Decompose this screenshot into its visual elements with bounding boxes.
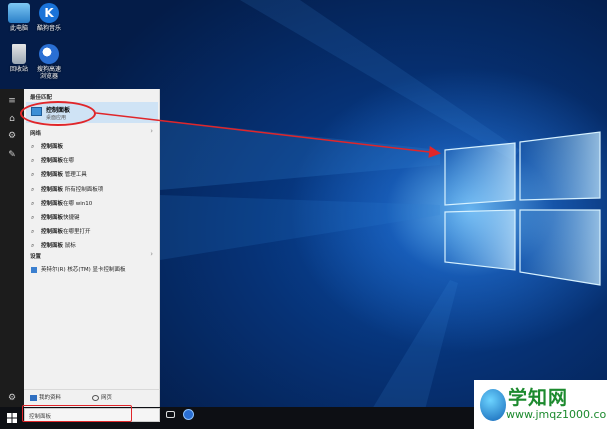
recycle-bin-icon (12, 44, 26, 64)
web-result-item[interactable]: ⌕ 控制面板 所有控制面板项 (26, 185, 158, 195)
search-scope-tabs: 我的资料 网页 (24, 389, 160, 403)
gear-icon[interactable]: ⚙ (6, 131, 18, 141)
best-match-highlight-ellipse (20, 101, 96, 126)
desktop-icon-this-pc[interactable]: 此电脑 (2, 3, 36, 32)
settings-header: 设置 (30, 254, 42, 260)
search-icon: ⌕ (31, 199, 35, 207)
search-icon: ⌕ (31, 214, 35, 221)
search-results-panel: 最佳匹配 控制面板 桌面应用 网络 › ⌕ 控制面板 ⌕ 控制面板在哪 ⌕ 控制面板 管理… (24, 89, 160, 407)
web-result-item[interactable]: ⌕ 控制面板在哪 win10 (26, 199, 158, 209)
hamburger-menu-icon[interactable]: ≡ (6, 96, 18, 106)
desktop-icon-recycle-bin[interactable]: 回收站 (2, 44, 36, 73)
web-result-item[interactable]: ⌕ 控制面板 (26, 142, 158, 152)
chevron-right-icon[interactable]: › (150, 250, 153, 258)
search-icon: ⌕ (31, 185, 35, 193)
watermark-logo-icon (480, 389, 506, 421)
web-result-item[interactable]: ⌕ 控制面板在哪里打开 (26, 227, 158, 237)
my-stuff-tab[interactable]: 我的资料 (30, 393, 61, 401)
watermark: 学知网 www.jmqz1000.com (474, 380, 607, 429)
web-result-item[interactable]: ⌕ 控制面板快捷键 (26, 213, 158, 223)
windows-start-icon[interactable] (7, 413, 17, 423)
home-icon[interactable]: ⌂ (6, 114, 18, 124)
sogou-taskbar-icon[interactable] (183, 409, 194, 420)
search-icon: ⌕ (31, 143, 35, 150)
desktop-icon-kugou[interactable]: K 酷狗音乐 (32, 3, 66, 32)
start-menu-rail: ≡ ⌂ ⚙ ✎ ⚙ (0, 89, 24, 407)
search-icon: ⌕ (31, 157, 35, 165)
kugou-music-icon: K (39, 3, 59, 23)
computer-icon (8, 3, 30, 23)
web-header: 网络 (30, 131, 42, 137)
desktop-icon-sogou[interactable]: 搜狗高速 浏览器 (32, 44, 66, 80)
sogou-browser-icon (39, 44, 59, 64)
task-view-icon[interactable] (166, 411, 175, 418)
best-match-header: 最佳匹配 (30, 95, 53, 101)
settings-gear-icon[interactable]: ⚙ (6, 393, 18, 403)
search-icon: ⌕ (31, 242, 35, 250)
settings-result-item[interactable]: 英特尔(R) 核芯(TM) 显卡控制面板 (26, 265, 158, 275)
web-result-item[interactable]: ⌕ 控制面板在哪 (26, 156, 158, 166)
display-settings-icon (31, 267, 37, 273)
search-icon: ⌕ (31, 171, 35, 179)
chevron-right-icon[interactable]: › (150, 127, 153, 135)
search-icon (92, 394, 99, 401)
windows-icon (30, 394, 37, 401)
web-result-item[interactable]: ⌕ 控制面板 管理工具 (26, 170, 158, 180)
web-result-item[interactable]: ⌕ 控制面板 鼠标 (26, 241, 158, 251)
web-tab[interactable]: 网页 (92, 393, 112, 401)
search-icon: ⌕ (31, 228, 35, 236)
feedback-icon[interactable]: ✎ (6, 150, 18, 160)
search-box-highlight-rect (22, 405, 132, 422)
